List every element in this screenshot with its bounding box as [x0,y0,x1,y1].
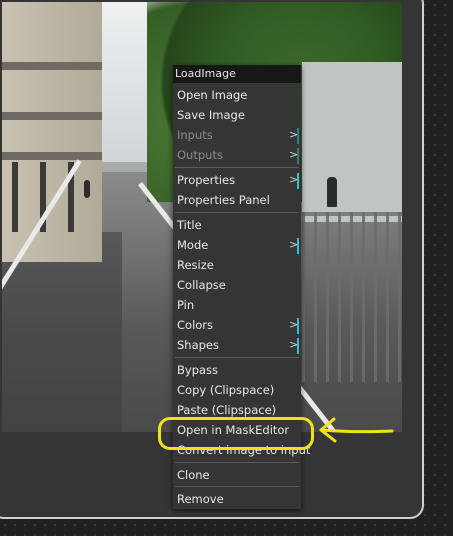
menu-item-clone[interactable]: Clone [173,465,301,485]
menu-item-bypass[interactable]: Bypass [173,360,301,380]
menu-item-mode[interactable]: Mode > [173,235,301,255]
menu-item-title[interactable]: Title [173,215,301,235]
menu-item-remove[interactable]: Remove [173,489,301,509]
menu-title: LoadImage [173,65,301,83]
menu-item-copy-clipspace[interactable]: Copy (Clipspace) [173,380,301,400]
menu-item-open-image[interactable]: Open Image [173,85,301,105]
menu-separator [175,357,299,358]
menu-item-resize[interactable]: Resize [173,255,301,275]
annotation-arrow-icon [319,417,394,443]
submenu-indicator [297,238,299,254]
submenu-indicator [297,318,299,334]
submenu-indicator [297,148,299,164]
menu-item-shapes[interactable]: Shapes > [173,335,301,355]
submenu-indicator [297,338,299,354]
menu-item-properties[interactable]: Properties > [173,170,301,190]
menu-separator [175,212,299,213]
menu-separator [175,167,299,168]
menu-item-save-image[interactable]: Save Image [173,105,301,125]
node-title: LoadImage [175,67,236,80]
menu-item-colors[interactable]: Colors > [173,315,301,335]
menu-separator [175,462,299,463]
menu-item-collapse[interactable]: Collapse [173,275,301,295]
annotation-highlight-circle [158,417,314,450]
menu-item-pin[interactable]: Pin [173,295,301,315]
submenu-indicator [297,128,299,144]
menu-separator [175,486,299,487]
menu-item-properties-panel[interactable]: Properties Panel [173,190,301,210]
submenu-indicator [297,173,299,189]
menu-item-inputs[interactable]: Inputs > [173,125,301,145]
menu-item-outputs[interactable]: Outputs > [173,145,301,165]
